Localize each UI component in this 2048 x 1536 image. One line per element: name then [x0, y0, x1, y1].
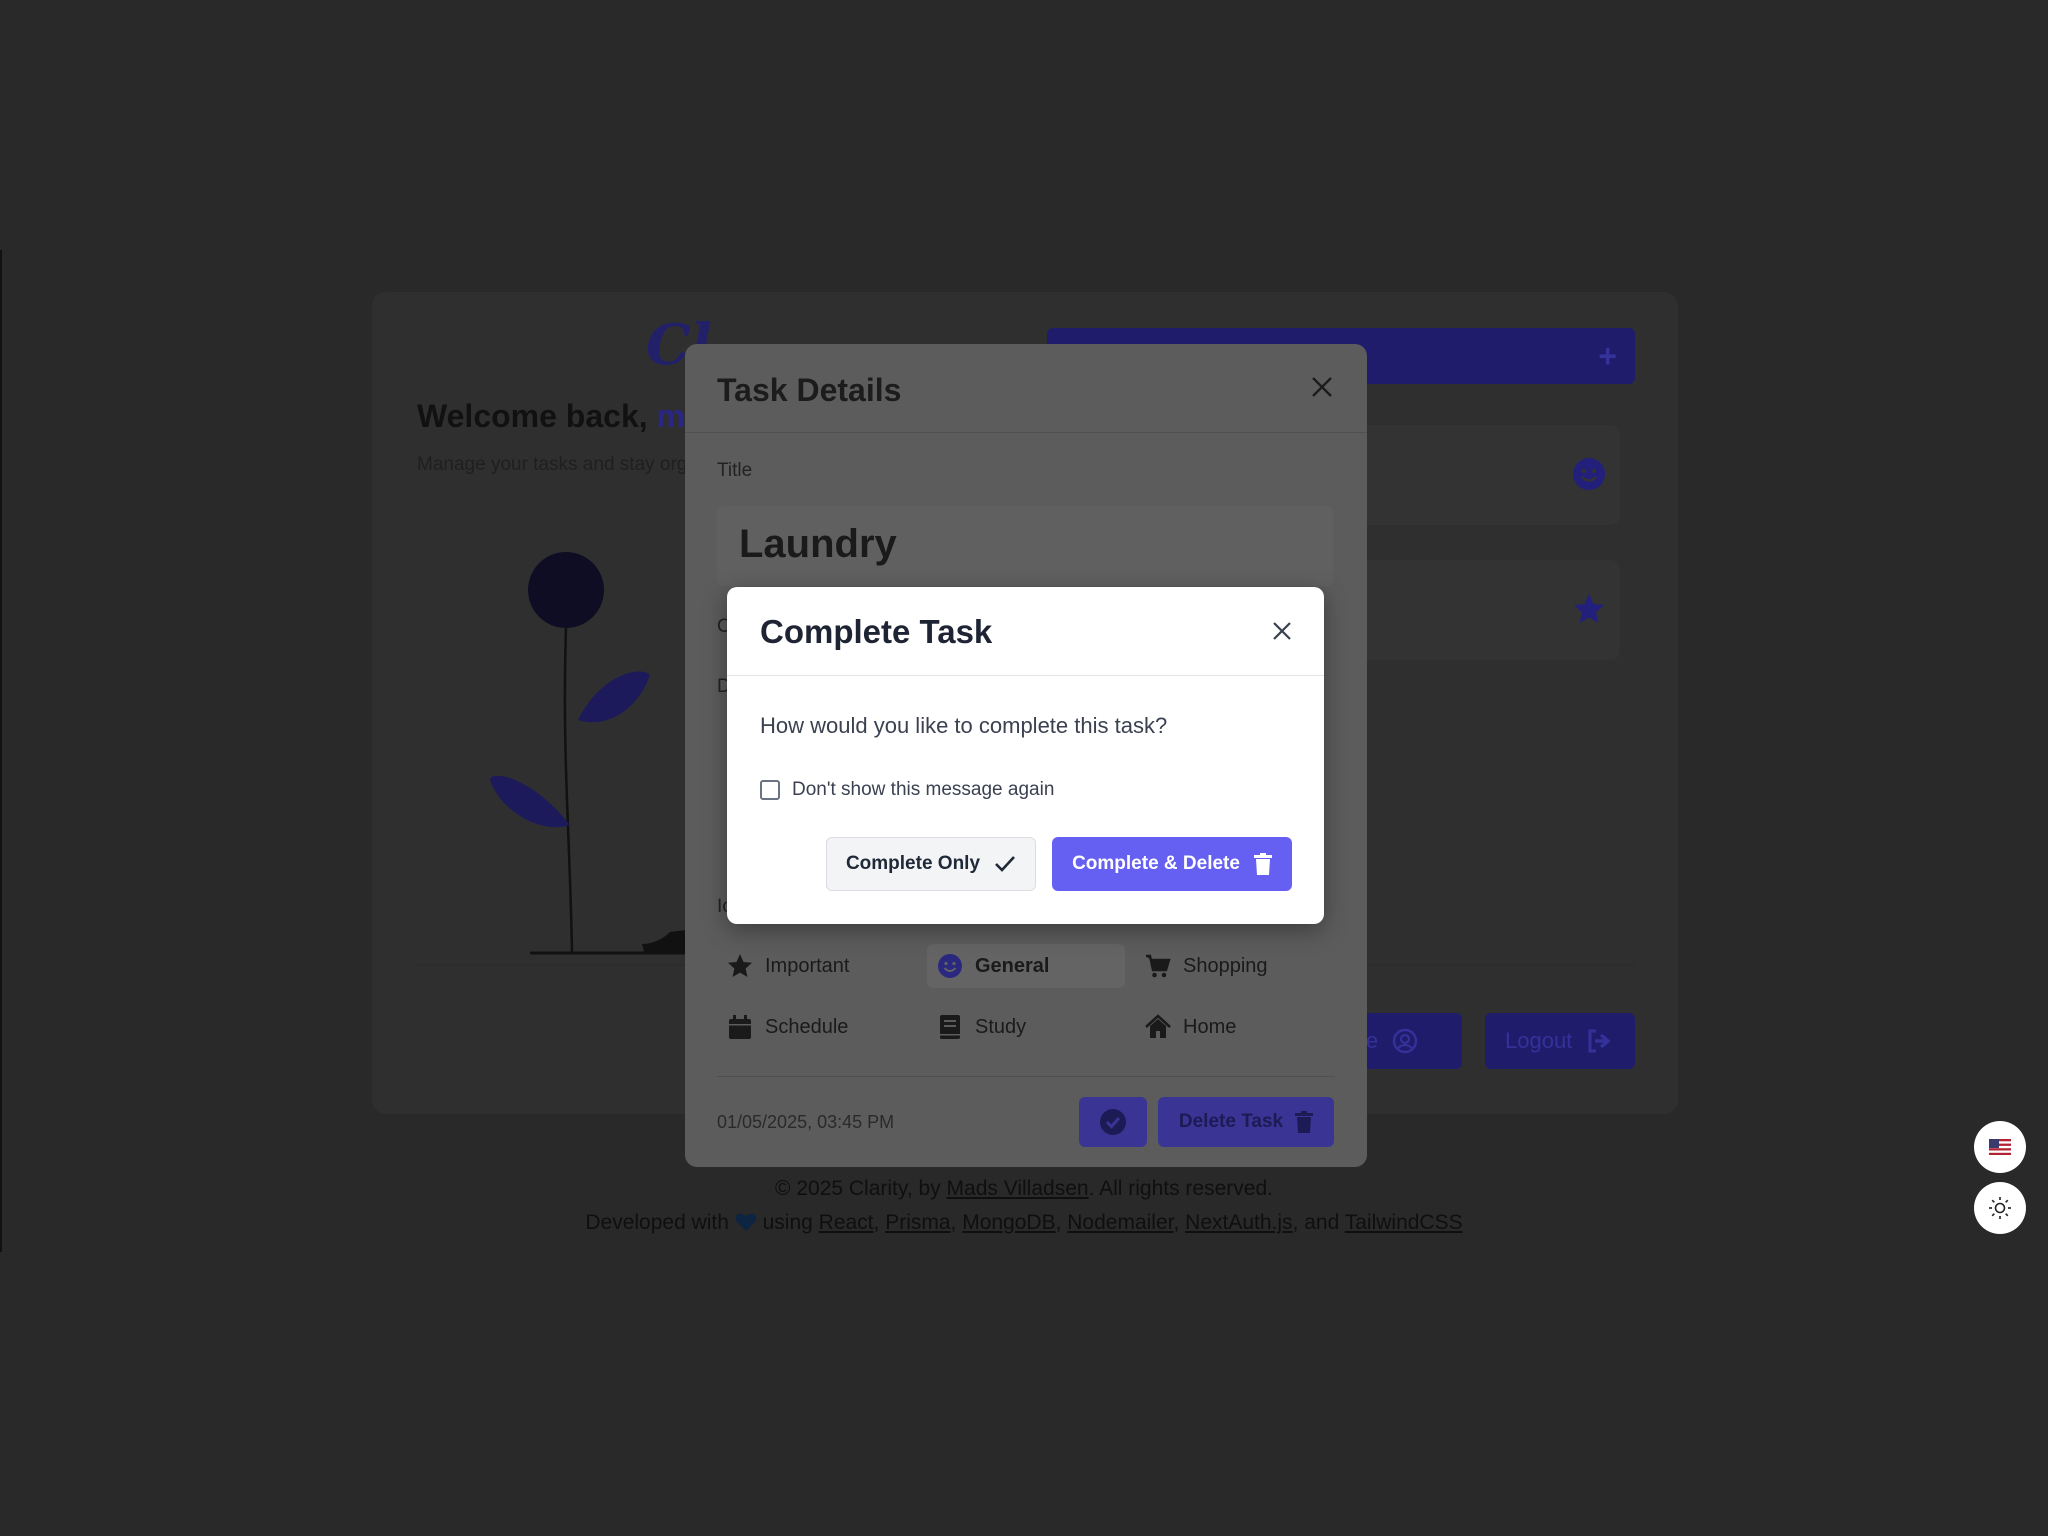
footer-divider: [717, 1076, 1335, 1077]
category-general[interactable]: General: [927, 944, 1125, 988]
complete-task-button[interactable]: [1079, 1097, 1147, 1147]
nextauth-link[interactable]: NextAuth.js: [1185, 1211, 1292, 1234]
delete-task-button[interactable]: Delete Task: [1158, 1097, 1334, 1147]
welcome-prefix: Welcome back,: [417, 398, 657, 434]
footer-text: . All rights reserved.: [1088, 1177, 1273, 1200]
house-icon: [1145, 1014, 1171, 1038]
trash-icon: [1253, 853, 1272, 875]
cart-icon: [1146, 954, 1171, 978]
star-icon: [1574, 594, 1604, 623]
react-link[interactable]: React: [819, 1211, 874, 1234]
category-label: Schedule: [765, 1015, 849, 1038]
check-circle-icon: [1100, 1109, 1126, 1135]
header-divider: [685, 432, 1367, 433]
category-home[interactable]: Home: [1135, 1005, 1325, 1049]
language-button[interactable]: [1974, 1121, 2026, 1173]
category-label: Shopping: [1183, 954, 1268, 977]
calendar-icon: [729, 1015, 751, 1039]
category-label: Important: [765, 954, 850, 977]
title-input[interactable]: Laundry: [717, 506, 1333, 586]
us-flag-icon: [1989, 1139, 2011, 1155]
tailwind-link[interactable]: TailwindCSS: [1345, 1211, 1463, 1234]
footer-credits: Developed with using React, Prisma, Mong…: [585, 1211, 1463, 1234]
theme-toggle-button[interactable]: [1974, 1182, 2026, 1234]
title-value: Laundry: [739, 522, 897, 566]
dialog-divider: [727, 675, 1324, 676]
trash-icon: [1295, 1111, 1314, 1133]
smile-icon: [938, 954, 962, 978]
delete-task-label: Delete Task: [1178, 1111, 1284, 1132]
complete-delete-button[interactable]: Complete & Delete: [1052, 837, 1292, 891]
welcome-subtitle: Manage your tasks and stay orga: [417, 454, 698, 475]
star-icon: [728, 954, 752, 977]
footer-text: Developed with: [585, 1211, 735, 1234]
author-link[interactable]: Mads Villadsen: [947, 1177, 1089, 1200]
complete-delete-label: Complete & Delete: [1072, 853, 1240, 874]
smile-icon: [1573, 458, 1605, 490]
dialog-title: Complete Task: [760, 613, 993, 650]
dont-show-label[interactable]: Don't show this message again: [792, 779, 1054, 801]
dialog-question: How would you like to complete this task…: [760, 713, 1168, 738]
nodemailer-link[interactable]: Nodemailer: [1067, 1211, 1173, 1234]
category-label: General: [975, 954, 1050, 977]
category-label: Home: [1183, 1015, 1237, 1038]
shoe-illustration: [642, 930, 686, 952]
heart-icon: [735, 1213, 757, 1231]
logout-icon: [1588, 1029, 1611, 1053]
complete-only-label: Complete Only: [845, 853, 981, 874]
footer-text: , and: [1292, 1211, 1345, 1234]
logout-button-label: Logout: [1505, 1028, 1573, 1053]
page-edge-line: [0, 250, 2, 1252]
category-important[interactable]: Important: [717, 944, 907, 988]
book-icon: [940, 1015, 960, 1039]
close-icon[interactable]: [1270, 619, 1294, 643]
complete-only-button[interactable]: Complete Only: [826, 837, 1036, 891]
sunflower-illustration: [490, 552, 690, 955]
welcome-heading: Welcome back, my: [417, 398, 703, 435]
plus-icon: +: [1598, 338, 1617, 374]
close-icon[interactable]: [1309, 374, 1335, 400]
user-circle-icon: [1392, 1028, 1418, 1054]
category-schedule[interactable]: Schedule: [717, 1005, 907, 1049]
logout-button[interactable]: Logout: [1485, 1013, 1635, 1069]
task-details-title: Task Details: [717, 372, 902, 408]
footer-text: using: [756, 1211, 819, 1234]
prisma-link[interactable]: Prisma: [885, 1211, 950, 1234]
category-study[interactable]: Study: [927, 1005, 1117, 1049]
footer-copyright: © 2025 Clarity, by Mads Villadsen. All r…: [0, 1177, 2048, 1201]
category-shopping[interactable]: Shopping: [1135, 944, 1325, 988]
dont-show-checkbox[interactable]: [760, 780, 780, 800]
sun-icon: [1989, 1197, 2011, 1219]
title-label: Title: [717, 460, 753, 481]
task-timestamp: 01/05/2025, 03:45 PM: [717, 1112, 895, 1132]
mongodb-link[interactable]: MongoDB: [962, 1211, 1055, 1234]
complete-task-dialog: Complete Task How would you like to comp…: [727, 587, 1324, 924]
checkmark-icon: [995, 856, 1015, 872]
category-label: Study: [975, 1015, 1027, 1038]
footer-text: © 2025 Clarity, by: [775, 1177, 947, 1200]
